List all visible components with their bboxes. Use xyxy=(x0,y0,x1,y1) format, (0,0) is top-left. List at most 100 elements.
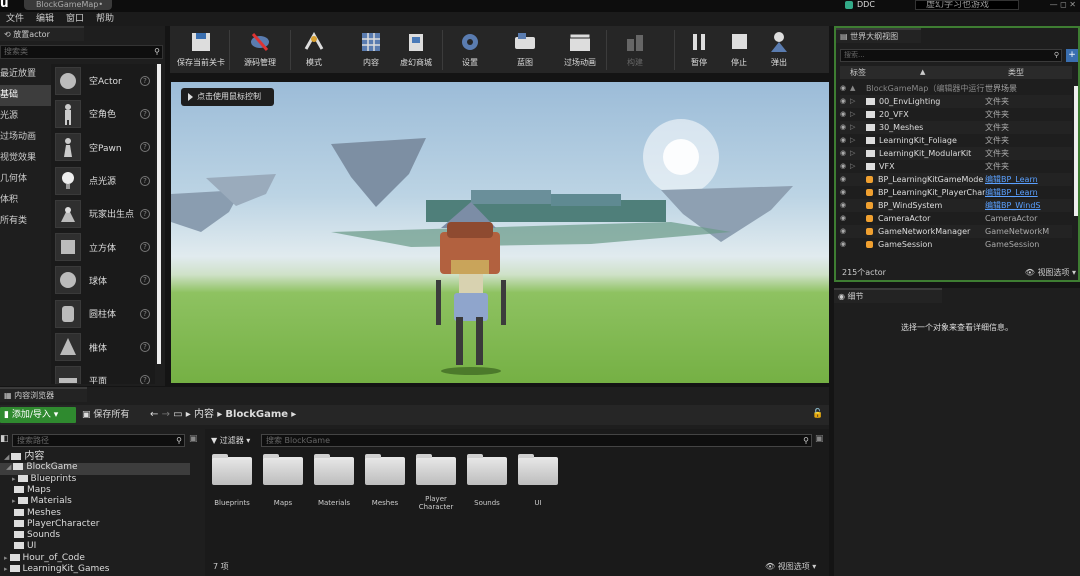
forward-arrow-icon[interactable]: → xyxy=(162,409,170,420)
level-viewport[interactable]: 点击使用鼠标控制 xyxy=(171,82,829,383)
breadcrumb-blockgame[interactable]: BlockGame xyxy=(225,409,288,420)
visibility-eye-icon[interactable]: ◉ xyxy=(840,212,850,225)
folder-tree-item[interactable]: UI xyxy=(12,541,36,552)
eject-button[interactable]: 弹出 xyxy=(762,28,796,72)
help-icon[interactable]: ? xyxy=(140,242,150,253)
visibility-eye-icon[interactable]: ◉ xyxy=(840,225,850,238)
outliner-row[interactable]: ◉ GameSession GameSession xyxy=(840,238,1072,251)
folder-tree-item[interactable]: ▸ Hour_of_Code xyxy=(4,553,85,564)
toolbar-button[interactable]: 源码管理 xyxy=(231,28,289,72)
expand-arrow-icon[interactable]: ▷ xyxy=(850,108,866,121)
save-all-button[interactable]: ▣ 保存所有 xyxy=(82,407,142,423)
category-item[interactable]: 几何体 xyxy=(0,169,51,190)
expand-arrow-icon[interactable]: ▷ xyxy=(850,147,866,160)
document-tab[interactable]: BlockGameMap• xyxy=(24,0,112,10)
outliner-view-options[interactable]: 👁 视图选项 ▾ xyxy=(1025,266,1076,280)
help-icon[interactable]: ? xyxy=(140,342,150,353)
folder-tree-item[interactable]: ▸ Blueprints xyxy=(12,474,76,485)
world-outliner-tab[interactable]: ▤ 世界大纲视图 xyxy=(836,28,921,43)
outliner-row[interactable]: ◉ ▷ 20_VFX 文件夹 xyxy=(840,108,1072,121)
tree-arrow-icon[interactable]: ▸ xyxy=(12,475,16,483)
outliner-row[interactable]: ◉ ▷ 30_Meshes 文件夹 xyxy=(840,121,1072,134)
expand-arrow-icon[interactable]: ▷ xyxy=(850,95,866,108)
visibility-eye-icon[interactable]: ◉ xyxy=(840,199,850,212)
edit-blueprint-link[interactable]: 编辑BP_Learn xyxy=(985,186,1072,199)
category-item[interactable]: 视觉效果 xyxy=(0,148,51,169)
asset-folder-tile[interactable]: Sounds xyxy=(466,454,508,507)
menu-window[interactable]: 窗口 xyxy=(60,12,90,26)
folder-tree-item[interactable]: PlayerCharacter xyxy=(12,519,99,530)
toolbar-button[interactable]: 过场动画 xyxy=(550,28,610,72)
place-actors-tab[interactable]: ⟲ 放置actor xyxy=(0,26,84,41)
category-item[interactable]: 过场动画 xyxy=(0,127,51,148)
tree-arrow-icon[interactable]: ◢ xyxy=(4,453,9,461)
col-label-header[interactable]: 标签 xyxy=(850,66,866,79)
folder-tree-item[interactable]: ▸ LearningKit_Games xyxy=(4,564,110,575)
outliner-row[interactable]: ◉ ▷ LearningKit_ModularKit 文件夹 xyxy=(840,147,1072,160)
visibility-eye-icon[interactable]: ◉ xyxy=(840,160,850,173)
add-folder-icon[interactable]: + xyxy=(1066,49,1078,62)
category-item[interactable]: 基础 xyxy=(0,85,51,106)
edit-blueprint-link[interactable]: 编辑BP_WindS xyxy=(985,199,1072,212)
outliner-row[interactable]: ◉ ▷ LearningKit_Foliage 文件夹 xyxy=(840,134,1072,147)
edit-blueprint-link[interactable]: 编辑BP_Learn xyxy=(985,173,1072,186)
toolbar-button[interactable]: 构建 xyxy=(611,28,659,72)
stop-button[interactable]: 停止 xyxy=(722,28,756,72)
place-actors-scrollbar[interactable] xyxy=(157,64,161,364)
folder-tree-item[interactable]: Maps xyxy=(12,485,51,496)
folder-tree-item[interactable]: Meshes xyxy=(12,508,61,519)
help-icon[interactable]: ? xyxy=(140,175,150,186)
pause-button[interactable]: 暂停 xyxy=(682,28,716,72)
toolbar-button[interactable]: 蓝图 xyxy=(505,28,545,72)
category-item[interactable]: 体积 xyxy=(0,190,51,211)
help-icon[interactable]: ? xyxy=(140,142,150,153)
category-item[interactable]: 光源 xyxy=(0,106,51,127)
class-search-input[interactable]: 搜索类 ⚲ xyxy=(0,45,163,59)
outliner-row[interactable]: ◉ ▲ BlockGameMap（编辑器中运行） 世界场景 xyxy=(840,82,1072,95)
visibility-eye-icon[interactable]: ◉ xyxy=(840,134,850,147)
category-item[interactable]: 所有类 xyxy=(0,211,51,232)
help-icon[interactable]: ? xyxy=(140,308,150,319)
asset-folder-tile[interactable]: Maps xyxy=(262,454,304,507)
visibility-eye-icon[interactable]: ◉ xyxy=(840,147,850,160)
expand-arrow-icon[interactable]: ▷ xyxy=(850,121,866,134)
help-icon[interactable]: ? xyxy=(140,208,150,219)
visibility-eye-icon[interactable]: ◉ xyxy=(840,186,850,199)
folder-tree-item[interactable]: Sounds xyxy=(12,530,60,541)
col-type-header[interactable]: 类型 xyxy=(1008,66,1024,79)
menu-file[interactable]: 文件 xyxy=(0,12,30,26)
help-search-box[interactable]: 虚幻学习也游戏 xyxy=(915,0,1019,10)
toolbar-button[interactable]: 内容 xyxy=(354,28,388,72)
back-arrow-icon[interactable]: ← xyxy=(150,409,158,420)
tree-arrow-icon[interactable]: ▸ xyxy=(4,565,8,573)
asset-folder-tile[interactable]: UI xyxy=(517,454,559,507)
help-icon[interactable]: ? xyxy=(140,108,150,119)
add-import-button[interactable]: ▮ 添加/导入 ▾ xyxy=(0,407,76,423)
actor-item[interactable]: 立方体? xyxy=(51,230,155,263)
outliner-row[interactable]: ◉ BP_LearningKitGameMode 编辑BP_Learn xyxy=(840,173,1072,186)
viewport-mouse-hint[interactable]: 点击使用鼠标控制 xyxy=(181,88,274,106)
window-controls[interactable]: — ◻ ✕ xyxy=(1028,0,1080,10)
asset-folder-tile[interactable]: Meshes xyxy=(364,454,406,507)
visibility-eye-icon[interactable]: ◉ xyxy=(840,82,850,95)
category-item[interactable]: 最近放置 xyxy=(0,64,51,85)
actor-item[interactable]: 空Pawn? xyxy=(51,131,155,164)
actor-item[interactable]: 椎体? xyxy=(51,330,155,363)
outliner-scrollbar[interactable] xyxy=(1074,86,1078,216)
visibility-eye-icon[interactable]: ◉ xyxy=(840,121,850,134)
actor-item[interactable]: 空Actor? xyxy=(51,64,155,97)
actor-item[interactable]: 玩家出生点? xyxy=(51,197,155,230)
actor-item[interactable]: 空角色? xyxy=(51,97,155,130)
expand-arrow-icon[interactable]: ▷ xyxy=(850,134,866,147)
menu-help[interactable]: 帮助 xyxy=(90,12,120,26)
tree-arrow-icon[interactable]: ◢ xyxy=(6,463,11,471)
toolbar-button[interactable]: 保存当前关卡 xyxy=(173,28,229,72)
visibility-eye-icon[interactable]: ◉ xyxy=(840,173,850,186)
folder-tree-item[interactable]: ◢ 内容 xyxy=(4,451,44,462)
outliner-search-input[interactable]: 搜索... ⚲ xyxy=(840,49,1062,62)
outliner-row[interactable]: ◉ BP_WindSystem 编辑BP_WindS xyxy=(840,199,1072,212)
help-icon[interactable]: ? xyxy=(140,375,150,384)
visibility-eye-icon[interactable]: ◉ xyxy=(840,238,850,251)
ddc-indicator[interactable]: DDC xyxy=(845,0,900,10)
content-browser-tab[interactable]: ▦ 内容浏览器 xyxy=(0,387,87,402)
